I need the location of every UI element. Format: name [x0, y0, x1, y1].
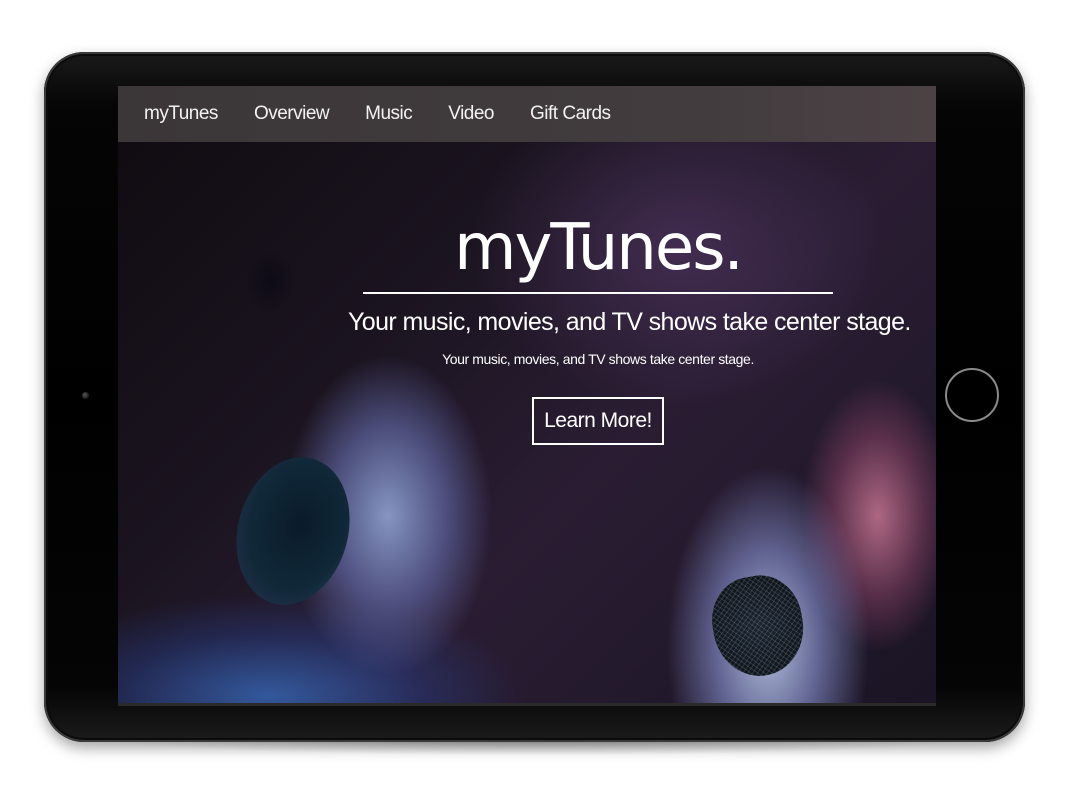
camera-icon	[82, 392, 89, 399]
home-button-icon[interactable]	[945, 368, 999, 422]
hero-divider	[363, 292, 833, 294]
nav-item-overview[interactable]: Overview	[254, 103, 330, 125]
top-navbar: myTunes Overview Music Video Gift Cards	[118, 86, 936, 142]
hero-subtitle: Your music, movies, and TV shows take ce…	[348, 308, 911, 336]
nav-item-music[interactable]: Music	[365, 103, 413, 125]
hero-section: myTunes. Your music, movies, and TV show…	[348, 210, 911, 445]
earbud-speaker-grill	[705, 568, 811, 684]
nav-item-gift-cards[interactable]: Gift Cards	[530, 103, 611, 125]
mockup-stage: myTunes Overview Music Video Gift Cards …	[0, 0, 1072, 791]
learn-more-button[interactable]: Learn More!	[532, 397, 664, 445]
tablet-screen: myTunes Overview Music Video Gift Cards …	[118, 86, 936, 706]
earbud-speaker-opening	[220, 444, 366, 618]
hero-title: myTunes.	[454, 211, 744, 285]
hero-tagline: Your music, movies, and TV shows take ce…	[442, 351, 754, 367]
earbud-detail	[248, 251, 293, 311]
nav-item-mytunes[interactable]: myTunes	[144, 103, 218, 125]
nav-item-video[interactable]: Video	[448, 103, 494, 125]
screen-bottom-edge	[118, 703, 936, 706]
